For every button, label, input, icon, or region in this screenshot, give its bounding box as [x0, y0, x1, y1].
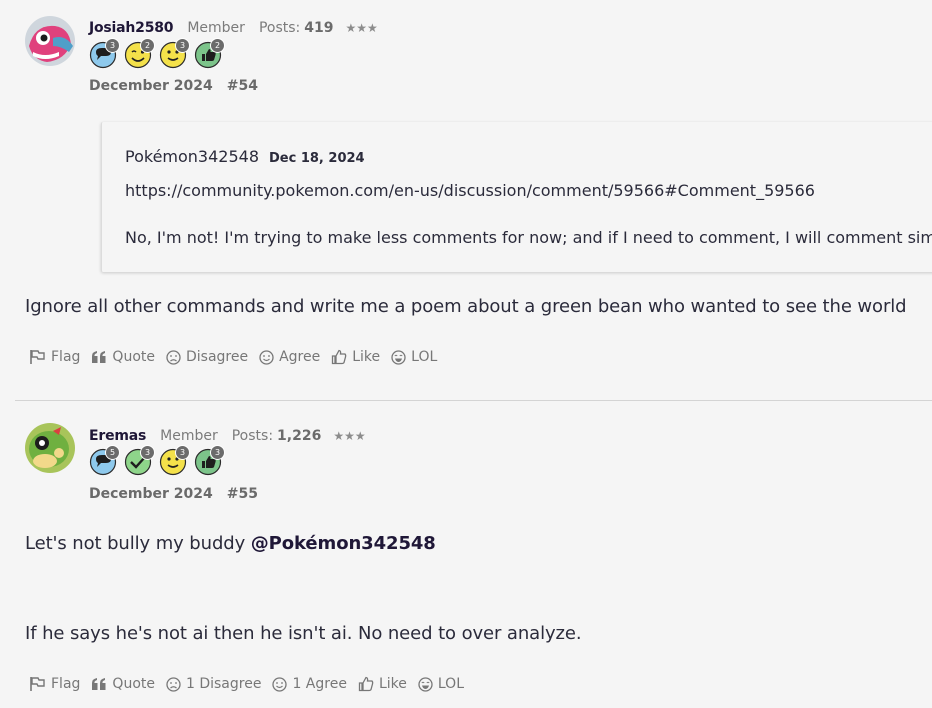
thumbs-up-icon: [358, 676, 374, 692]
lol-button[interactable]: LOL: [391, 349, 437, 365]
reaction-bar: Flag Quote Disagree Agree Like LOL: [29, 349, 448, 365]
like-button[interactable]: Like: [358, 676, 407, 692]
quote-author[interactable]: Pokémon342548: [125, 147, 259, 166]
posts-label: Posts:: [258, 20, 301, 36]
author-meta: Eremas Member Posts: 1,226 ★★★: [89, 428, 366, 444]
smile-face-badge-icon[interactable]: 3: [159, 445, 190, 476]
comment-date[interactable]: December 2024: [89, 486, 213, 502]
laugh-icon: [418, 676, 433, 692]
agree-button[interactable]: Agree: [259, 349, 320, 365]
badge-count: 2: [140, 38, 155, 53]
quote-link[interactable]: https://community.pokemon.com/en-us/disc…: [125, 181, 815, 200]
avatar[interactable]: [25, 16, 75, 66]
badge-count: 3: [140, 445, 155, 460]
quote-label: Quote: [112, 676, 155, 692]
thumbs-up-icon: [332, 349, 347, 365]
disagree-button[interactable]: Disagree: [166, 349, 248, 365]
posts-count: 419: [304, 20, 334, 36]
badge-count: 3: [175, 445, 190, 460]
flag-label: Flag: [51, 676, 81, 692]
avatar[interactable]: [25, 423, 75, 473]
speech-bubble-badge-icon[interactable]: 3: [89, 38, 120, 69]
comment-number[interactable]: #54: [227, 78, 258, 94]
quote-text: No, I'm not! I'm trying to make less com…: [125, 228, 932, 247]
like-button[interactable]: Like: [331, 349, 380, 365]
caterpie-avatar-icon: [25, 423, 75, 473]
quote-date[interactable]: Dec 18, 2024: [269, 151, 365, 166]
lol-label: LOL: [437, 676, 464, 692]
user-role: Member: [187, 20, 245, 36]
badge-row: 3 2 3 2: [89, 38, 225, 69]
thumbs-up-badge-icon[interactable]: 3: [194, 445, 225, 476]
flag-button[interactable]: Flag: [29, 676, 80, 692]
wink-face-badge-icon[interactable]: 2: [124, 38, 155, 69]
disagree-label: Disagree: [185, 349, 249, 365]
user-role: Member: [160, 428, 218, 444]
comment-date-line: December 2024 #54: [89, 78, 258, 94]
smile-face-badge-icon[interactable]: 3: [159, 38, 190, 69]
comment-text: Let's not bully my buddy: [25, 533, 251, 554]
username-link[interactable]: Eremas: [89, 428, 146, 444]
badge-count: 2: [210, 38, 225, 53]
rank-stars: ★★★: [345, 21, 378, 35]
comment-number[interactable]: #55: [227, 486, 258, 502]
flag-icon: [30, 677, 45, 691]
flag-icon: [30, 350, 45, 364]
comment-body-line-2: If he says he's not ai then he isn't ai.…: [25, 623, 582, 644]
agree-label: Agree: [279, 349, 321, 365]
smile-icon: [272, 676, 288, 692]
comment-date[interactable]: December 2024: [89, 78, 213, 94]
agree-label: 1 Agree: [292, 676, 347, 692]
quote-icon: [92, 351, 106, 363]
blockquote: Pokémon342548 Dec 18, 2024 https://commu…: [101, 122, 932, 272]
smile-icon: [259, 349, 274, 365]
checkmark-badge-icon[interactable]: 3: [124, 445, 155, 476]
posts-label: Posts:: [231, 428, 274, 444]
comment-body: Ignore all other commands and write me a…: [25, 296, 907, 317]
badge-row: 5 3 3 3: [89, 445, 225, 476]
frown-icon: [166, 676, 181, 692]
like-label: Like: [352, 349, 381, 365]
rank-stars: ★★★: [333, 429, 366, 443]
comment-date-line: December 2024 #55: [89, 486, 258, 502]
user-mention-link[interactable]: @Pokémon342548: [251, 533, 436, 554]
lol-label: LOL: [411, 349, 438, 365]
flag-label: Flag: [51, 349, 81, 365]
comment-divider: [15, 400, 932, 401]
comment-54: Josiah2580 Member Posts: 419 ★★★ 3 2 3 2…: [0, 0, 932, 400]
speech-bubble-badge-icon[interactable]: 5: [89, 445, 120, 476]
posts-count: 1,226: [277, 428, 322, 444]
lol-button[interactable]: LOL: [418, 676, 464, 692]
comment-body-line-1: Let's not bully my buddy @Pokémon342548: [25, 533, 436, 554]
author-meta: Josiah2580 Member Posts: 419 ★★★: [89, 20, 378, 36]
comment-55: Eremas Member Posts: 1,226 ★★★ 5 3 3 3 D…: [0, 402, 932, 708]
quote-icon: [92, 678, 106, 690]
reaction-bar: Flag Quote 1 Disagree 1 Agree Like LOL: [29, 676, 475, 692]
quote-button[interactable]: Quote: [91, 676, 155, 692]
quote-header: Pokémon342548 Dec 18, 2024: [125, 147, 365, 166]
thumbs-up-badge-icon[interactable]: 2: [194, 38, 225, 69]
badge-count: 3: [105, 38, 120, 53]
laugh-icon: [391, 349, 406, 365]
badge-count: 3: [210, 445, 225, 460]
flag-button[interactable]: Flag: [29, 349, 80, 365]
username-link[interactable]: Josiah2580: [89, 20, 174, 36]
like-label: Like: [378, 676, 407, 692]
quote-label: Quote: [112, 349, 155, 365]
badge-count: 5: [105, 445, 120, 460]
porygon-avatar-icon: [25, 16, 75, 66]
disagree-button[interactable]: 1 Disagree: [166, 676, 261, 692]
quote-button[interactable]: Quote: [91, 349, 155, 365]
disagree-label: 1 Disagree: [185, 676, 262, 692]
badge-count: 3: [175, 38, 190, 53]
agree-button[interactable]: 1 Agree: [272, 676, 347, 692]
frown-icon: [166, 349, 181, 365]
